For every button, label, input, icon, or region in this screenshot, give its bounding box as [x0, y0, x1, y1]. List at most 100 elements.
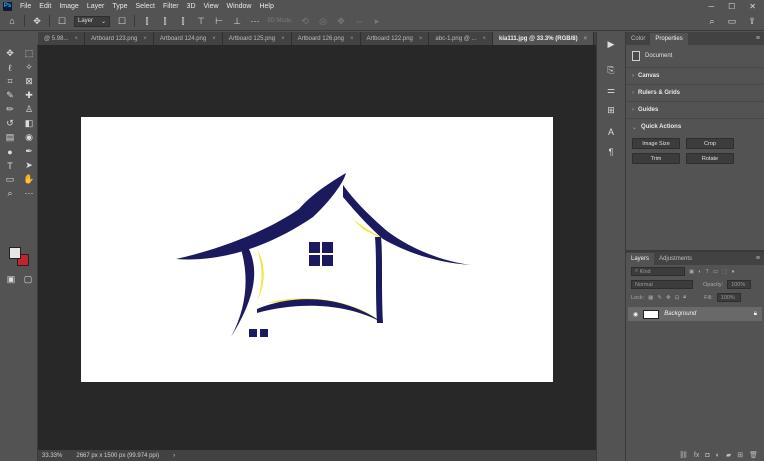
trash-icon[interactable]: 🗑︎: [749, 451, 758, 459]
align-bottom-icon[interactable]: ⊥: [231, 15, 243, 27]
screen-mode-icon[interactable]: ▢: [19, 273, 37, 286]
opacity-field[interactable]: 100%: [727, 280, 752, 289]
doc-tab[interactable]: abc-1.png @ ... ×: [429, 32, 494, 45]
lock-all-icon[interactable]: 🔒︎: [683, 294, 686, 301]
rectangle-tool-icon[interactable]: ▭: [1, 173, 19, 186]
gradient-tool-icon[interactable]: ▤: [1, 131, 19, 144]
lasso-tool-icon[interactable]: ℓ: [1, 61, 19, 74]
transform-controls-checkbox[interactable]: ☐: [116, 15, 128, 27]
magic-wand-tool-icon[interactable]: ✧: [20, 61, 38, 74]
align-left-icon[interactable]: ⫿: [141, 15, 153, 27]
3d-roll-icon[interactable]: ◎: [317, 15, 329, 27]
image-size-button[interactable]: Image Size: [632, 138, 680, 149]
filter-smart-icon[interactable]: ⬚: [722, 269, 727, 275]
menu-filter[interactable]: Filter: [159, 3, 183, 10]
chevron-right-icon[interactable]: ›: [173, 453, 175, 459]
align-center-icon[interactable]: ⫿: [159, 15, 171, 27]
character-icon[interactable]: A: [601, 124, 621, 140]
adjustment-layer-icon[interactable]: ◐: [716, 452, 720, 459]
filter-shape-icon[interactable]: ▭: [713, 269, 718, 275]
doc-tab[interactable]: Artboard 125.png ×: [222, 32, 292, 45]
layer-row[interactable]: ◉ Background 🔒︎: [628, 307, 762, 321]
clone-stamp-tool-icon[interactable]: ♙: [20, 103, 38, 116]
menu-3d[interactable]: 3D: [183, 3, 200, 10]
adjust-icon[interactable]: ⚌: [601, 82, 621, 98]
doc-tab[interactable]: Artboard 122.png ×: [360, 32, 430, 45]
new-layer-icon[interactable]: ⊞: [737, 451, 743, 459]
align-top-icon[interactable]: ⊤: [195, 15, 207, 27]
zoom-tool-icon[interactable]: ⌕: [1, 187, 19, 200]
menu-type[interactable]: Type: [108, 3, 131, 10]
menu-view[interactable]: View: [200, 3, 223, 10]
doc-tab[interactable]: @ 5.98... ×: [38, 32, 85, 45]
filter-pixel-icon[interactable]: ▣: [689, 269, 694, 275]
close-icon[interactable]: ×: [584, 36, 588, 42]
more-tools-icon[interactable]: ⋯: [20, 187, 38, 200]
foreground-color-swatch[interactable]: [9, 247, 21, 259]
more-options-icon[interactable]: ⋯: [249, 15, 261, 27]
lock-position-icon[interactable]: ✥: [666, 295, 671, 301]
frame-tool-icon[interactable]: ⊠: [20, 75, 38, 88]
menu-image[interactable]: Image: [55, 3, 82, 10]
section-canvas[interactable]: › Canvas: [626, 67, 764, 84]
trim-button[interactable]: Trim: [632, 153, 680, 164]
document-canvas[interactable]: [81, 117, 553, 382]
share-icon[interactable]: ⇪: [746, 15, 758, 27]
lock-artboard-icon[interactable]: ⊡: [675, 295, 680, 301]
tab-adjustments[interactable]: Adjustments: [654, 253, 697, 265]
menu-window[interactable]: Window: [223, 3, 256, 10]
close-icon[interactable]: ×: [281, 36, 285, 42]
filter-toggle-icon[interactable]: ●: [731, 269, 734, 275]
paragraph-icon[interactable]: ¶: [601, 144, 621, 160]
maximize-button[interactable]: ☐: [728, 2, 735, 11]
filter-adjustment-icon[interactable]: ◐: [698, 269, 701, 275]
history-icon[interactable]: ⎘: [601, 62, 621, 78]
3d-slide-icon[interactable]: ⇔: [353, 15, 365, 27]
3d-orbit-icon[interactable]: ⟲: [299, 15, 311, 27]
3d-pan-icon[interactable]: ✥: [335, 15, 347, 27]
auto-select-checkbox[interactable]: ☐: [56, 15, 68, 27]
folder-icon[interactable]: ▰: [726, 451, 731, 459]
eraser-tool-icon[interactable]: ◧: [20, 117, 38, 130]
tab-layers[interactable]: Layers: [626, 253, 655, 265]
healing-brush-tool-icon[interactable]: ✚: [20, 89, 38, 102]
link-icon[interactable]: ⛓: [679, 451, 688, 459]
blur-tool-icon[interactable]: ◉: [20, 131, 38, 144]
rotate-button[interactable]: Rotate: [686, 153, 734, 164]
section-guides[interactable]: › Guides: [626, 101, 764, 118]
doc-tab[interactable]: Artboard 123.png ×: [84, 32, 154, 45]
panel-menu-icon[interactable]: ≡: [756, 35, 764, 42]
auto-select-dropdown[interactable]: Layer ⌄: [74, 15, 111, 27]
doc-tab[interactable]: Artboard 126.png ×: [291, 32, 361, 45]
menu-help[interactable]: Help: [255, 3, 277, 10]
close-icon[interactable]: ×: [419, 36, 423, 42]
close-icon[interactable]: ×: [212, 36, 216, 42]
marquee-tool-icon[interactable]: ⬚: [20, 47, 38, 60]
brush-tool-icon[interactable]: ✏: [1, 103, 19, 116]
workspace-icon[interactable]: ▭: [726, 15, 738, 27]
canvas-area[interactable]: [38, 45, 596, 450]
home-icon[interactable]: ⌂: [6, 15, 18, 27]
mask-icon[interactable]: ◘: [705, 452, 709, 459]
menu-layer[interactable]: Layer: [83, 3, 109, 10]
section-quick-actions[interactable]: ⌄ Quick Actions: [626, 118, 764, 136]
align-middle-icon[interactable]: ⊢: [213, 15, 225, 27]
tab-properties[interactable]: Properties: [650, 33, 688, 45]
history-brush-tool-icon[interactable]: ↺: [1, 117, 19, 130]
doc-tab[interactable]: Artboard 124.png ×: [153, 32, 223, 45]
type-tool-icon[interactable]: T: [1, 159, 19, 172]
search-icon[interactable]: ⌕: [706, 15, 718, 27]
move-tool-icon[interactable]: ✥: [31, 15, 43, 27]
eye-icon[interactable]: ◉: [633, 311, 638, 318]
close-icon[interactable]: ×: [483, 36, 487, 42]
dodge-tool-icon[interactable]: ●: [1, 145, 19, 158]
menu-file[interactable]: File: [16, 3, 35, 10]
crop-button[interactable]: Crop: [686, 138, 734, 149]
doc-tab-active[interactable]: kia111.jpg @ 33.3% (RGB/8) ×: [493, 32, 595, 45]
move-tool-icon[interactable]: ✥: [1, 47, 19, 60]
close-window-button[interactable]: ✕: [749, 2, 756, 11]
fill-field[interactable]: 100%: [716, 293, 741, 302]
blend-mode-select[interactable]: Normal: [631, 280, 693, 289]
path-selection-tool-icon[interactable]: ➤: [20, 159, 38, 172]
align-right-icon[interactable]: ⫿: [177, 15, 189, 27]
